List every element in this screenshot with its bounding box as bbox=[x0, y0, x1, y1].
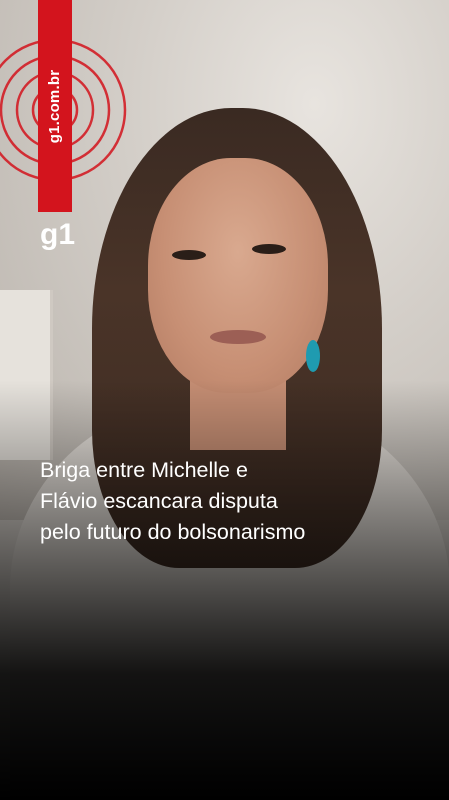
headline-line-3: pelo futuro do bolsonarismo bbox=[40, 520, 306, 544]
video-frame[interactable]: g1.com.br g1 Briga entre Michelle e Fláv… bbox=[0, 0, 449, 800]
headline-line-2: Flávio escancara disputa bbox=[40, 489, 278, 513]
person-lips bbox=[210, 330, 266, 344]
person-face bbox=[148, 158, 328, 393]
person-eye-left bbox=[172, 250, 206, 260]
brand-url[interactable]: g1.com.br bbox=[47, 69, 64, 142]
brand-url-container: g1.com.br bbox=[38, 0, 72, 212]
headline-line-1: Briga entre Michelle e bbox=[40, 458, 248, 482]
g1-logo: g1 bbox=[40, 218, 76, 251]
bottom-gradient bbox=[0, 380, 449, 800]
person-eye-right bbox=[252, 244, 286, 254]
headline: Briga entre Michelle e Flávio escancara … bbox=[40, 455, 420, 548]
earring bbox=[306, 340, 320, 372]
